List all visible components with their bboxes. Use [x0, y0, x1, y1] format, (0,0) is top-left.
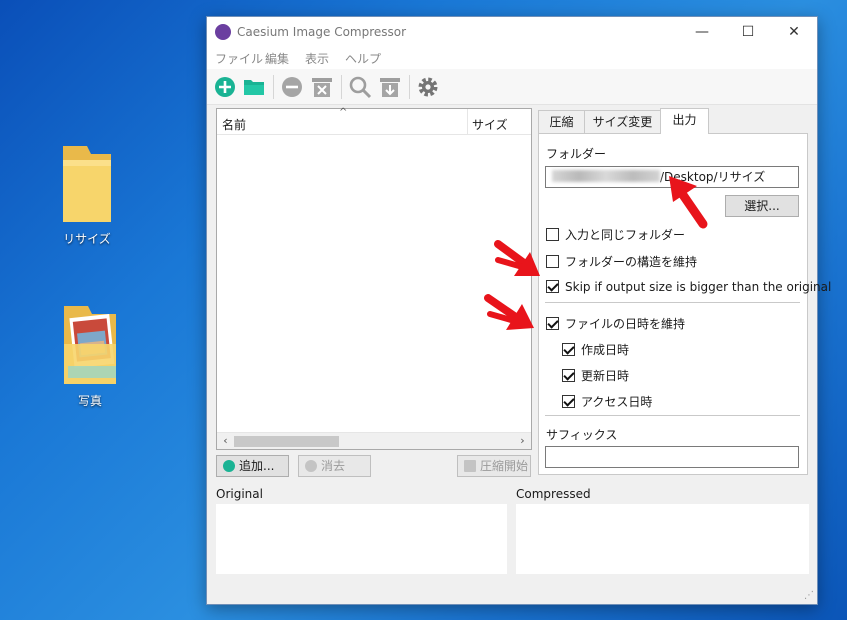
folder-label: フォルダー [546, 147, 607, 161]
compressed-preview [516, 504, 809, 574]
remove-button[interactable]: 消去 [298, 455, 371, 477]
checkbox-label: フォルダーの構造を維持 [565, 255, 698, 269]
checkbox[interactable] [546, 255, 559, 268]
add-button[interactable]: 追加... [216, 455, 289, 477]
column-header-size[interactable]: サイズ [472, 116, 508, 133]
checkbox[interactable] [562, 369, 575, 382]
desktop-icon-photo-folder[interactable]: 写真 [40, 302, 140, 409]
creation-date-checkbox[interactable]: 作成日時 [562, 341, 629, 358]
compress-button[interactable]: 圧縮開始 [457, 455, 531, 477]
sort-indicator-icon: ^ [339, 107, 348, 118]
skip-bigger-checkbox[interactable]: Skip if output size is bigger than the o… [546, 280, 831, 294]
desktop-icon-label: 写真 [77, 394, 102, 408]
scroll-right-icon[interactable]: › [514, 433, 531, 450]
desktop-icon-resize-folder[interactable]: リサイズ [37, 142, 137, 247]
open-folder-icon[interactable] [242, 75, 266, 99]
menu-help[interactable]: ヘルプ [345, 50, 381, 67]
desktop-icon-label: リサイズ [63, 232, 111, 246]
window-title: Caesium Image Compressor [237, 25, 407, 39]
original-preview [216, 504, 507, 574]
remove-button-label: 消去 [321, 459, 346, 473]
checkbox-label: 更新日時 [581, 369, 630, 383]
suffix-label: サフィックス [546, 428, 618, 442]
checkbox[interactable] [546, 317, 559, 330]
checkbox[interactable] [546, 280, 559, 293]
keep-dates-checkbox[interactable]: ファイルの日時を維持 [546, 315, 685, 332]
arrow-annotation-icon [669, 176, 708, 229]
settings-icon[interactable] [416, 75, 440, 99]
browse-button-label: 選択... [744, 199, 780, 213]
checkbox-label: Skip if output size is bigger than the o… [565, 280, 832, 294]
modified-date-checkbox[interactable]: 更新日時 [562, 367, 629, 384]
checkbox-label: ファイルの日時を維持 [565, 317, 686, 331]
checkbox-label: 作成日時 [581, 343, 630, 357]
compress-icon [464, 460, 476, 472]
keep-structure-checkbox[interactable]: フォルダーの構造を維持 [546, 253, 697, 270]
folder-icon [63, 146, 111, 222]
title-bar[interactable]: Caesium Image Compressor — ☐ ✕ [207, 17, 817, 47]
clear-icon[interactable] [310, 75, 334, 99]
menu-view[interactable]: 表示 [305, 50, 329, 67]
search-icon[interactable] [348, 75, 372, 99]
add-icon [223, 460, 235, 472]
photo-folder-icon [64, 306, 116, 384]
add-icon[interactable] [213, 75, 237, 99]
divider [545, 302, 800, 303]
toolbar-separator [273, 75, 274, 99]
menu-file[interactable]: ファイル [215, 50, 263, 67]
remove-icon [305, 460, 317, 472]
toolbar-separator [409, 75, 410, 99]
toolbar-separator [341, 75, 342, 99]
column-header-name[interactable]: 名前 [222, 116, 246, 133]
caesium-app-icon [215, 24, 231, 40]
scroll-left-icon[interactable]: ‹ [217, 433, 234, 450]
menu-bar: ファイル 編集 表示 ヘルプ [207, 47, 817, 69]
horizontal-scrollbar[interactable]: ‹ › [217, 432, 531, 449]
divider [545, 415, 800, 416]
redacted-path-segment [552, 170, 660, 182]
arrow-annotation-icon [484, 294, 534, 330]
browse-button[interactable]: 選択... [725, 195, 799, 217]
maximize-button[interactable]: ☐ [725, 17, 771, 47]
remove-icon[interactable] [280, 75, 304, 99]
tab-output[interactable]: 出力 [660, 108, 709, 134]
tab-resize[interactable]: サイズ変更 [584, 110, 661, 134]
tab-compression[interactable]: 圧縮 [538, 110, 585, 134]
suffix-field[interactable] [545, 446, 799, 468]
compressed-preview-label: Compressed [516, 487, 591, 501]
add-button-label: 追加... [239, 459, 275, 473]
compress-icon[interactable] [378, 75, 402, 99]
close-button[interactable]: ✕ [771, 17, 817, 47]
toolbar [207, 69, 817, 105]
file-list[interactable]: ^ 名前 サイズ ‹ › [216, 107, 532, 450]
minimize-button[interactable]: — [679, 17, 725, 47]
column-separator [467, 109, 468, 135]
checkbox-label: アクセス日時 [581, 395, 653, 409]
file-list-header: ^ 名前 サイズ [217, 107, 531, 135]
scroll-thumb[interactable] [234, 436, 339, 447]
checkbox[interactable] [546, 228, 559, 241]
arrow-annotation-icon [494, 240, 540, 276]
resize-grip-icon[interactable]: ⋰ [804, 590, 814, 601]
access-date-checkbox[interactable]: アクセス日時 [562, 393, 652, 410]
checkbox[interactable] [562, 343, 575, 356]
compress-button-label: 圧縮開始 [480, 459, 529, 473]
menu-edit[interactable]: 編集 [265, 50, 289, 67]
original-preview-label: Original [216, 487, 263, 501]
checkbox[interactable] [562, 395, 575, 408]
